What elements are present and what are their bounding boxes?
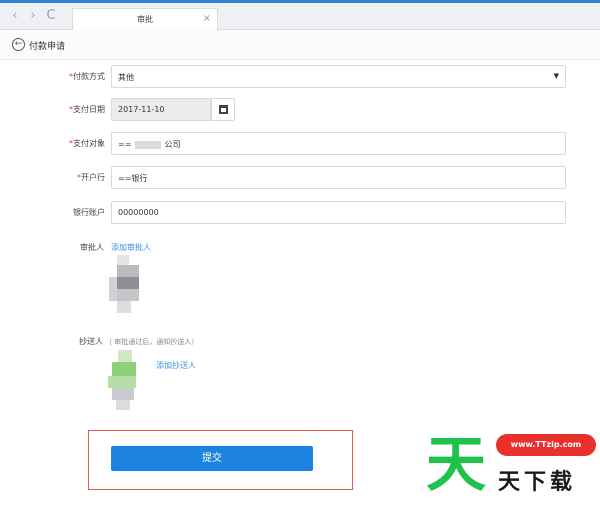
account-label: 银行账户: [73, 208, 105, 217]
cc-hint: （ 审批通过后，通知抄送人）: [105, 338, 199, 346]
payee-label: *支付对象: [69, 139, 105, 148]
row-payment-method: *付款方式 其他 ▼: [0, 65, 600, 89]
add-cc-link[interactable]: 添加抄送人: [156, 360, 196, 371]
row-payee: *支付对象 == 公司: [0, 132, 600, 156]
row-bank: *开户行 ==银行: [0, 166, 600, 190]
payee-field[interactable]: == 公司: [111, 132, 566, 155]
payment-method-select[interactable]: 其他 ▼: [111, 65, 566, 88]
add-approver-link[interactable]: 添加审批人: [111, 242, 151, 253]
calendar-icon: [219, 105, 228, 114]
watermark-logo: 天: [426, 430, 486, 500]
row-account: 银行账户 00000000: [0, 201, 600, 225]
payment-date-label: *支付日期: [69, 105, 105, 114]
forward-nav-icon[interactable]: ›: [26, 9, 40, 23]
tab-title: 审批: [137, 15, 153, 24]
payment-method-label: *付款方式: [69, 72, 105, 81]
reload-icon[interactable]: C: [44, 9, 58, 23]
close-icon[interactable]: ×: [203, 13, 211, 24]
cc-avatar[interactable]: [108, 350, 138, 412]
row-payment-date: *支付日期 2017-11-10: [0, 98, 600, 122]
tab-approval[interactable]: 审批 ×: [72, 8, 218, 31]
account-field[interactable]: 00000000: [111, 201, 566, 224]
approver-avatar[interactable]: [109, 255, 139, 315]
back-nav-icon[interactable]: ‹: [8, 9, 22, 23]
browser-toolbar: ‹ › C 审批 ×: [0, 3, 600, 31]
submit-button[interactable]: 提交: [111, 446, 313, 471]
bank-label: *开户行: [77, 173, 105, 182]
payee-redacted: [134, 140, 161, 149]
payee-value-prefix: ==: [118, 140, 132, 149]
watermark-url: www.TTzip.com: [496, 434, 596, 456]
payment-method-value: 其他: [118, 73, 134, 82]
page-header: ← 付款申请: [0, 30, 600, 60]
page-title: 付款申请: [29, 42, 66, 52]
watermark: 天 www.TTzip.com 天下载: [426, 430, 600, 503]
approver-label: 审批人: [80, 243, 104, 252]
back-circle-icon[interactable]: ←: [12, 38, 25, 51]
payment-date-field[interactable]: 2017-11-10: [111, 98, 211, 121]
watermark-text: 天下载: [498, 470, 577, 495]
caret-down-icon: ▼: [553, 72, 559, 80]
bank-field[interactable]: ==银行: [111, 166, 566, 189]
payee-value-suffix: 公司: [164, 140, 181, 149]
calendar-button[interactable]: [211, 98, 235, 121]
cc-label: 抄送人: [79, 337, 103, 346]
